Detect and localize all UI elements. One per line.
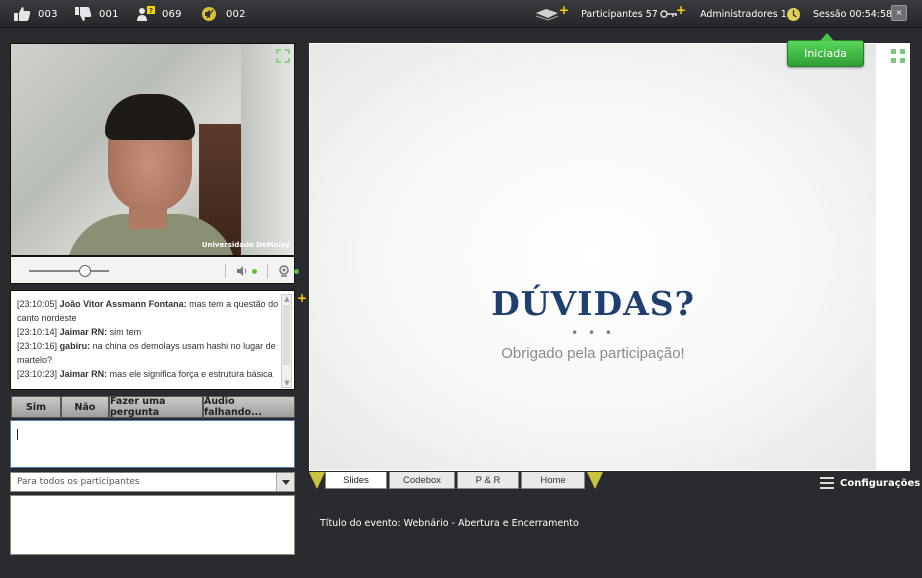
chat-message-input[interactable] <box>10 420 295 468</box>
recipient-selected-value: Para todos os participantes <box>17 477 140 487</box>
expand-video-icon[interactable] <box>276 48 290 63</box>
audio-failing-button[interactable]: Áudio falhando... <box>203 396 295 418</box>
video-status-dot <box>294 268 299 274</box>
video-caption: Universidade DeMolay <box>201 241 290 249</box>
tab-qa[interactable]: P & R <box>457 472 519 489</box>
clock-icon <box>786 7 801 22</box>
svg-text:?: ? <box>149 7 153 15</box>
chat-messages: [23:10:05] João Vitor Assmann Fontana: m… <box>17 297 282 381</box>
add-participant-icon: + <box>559 3 570 17</box>
scroll-up-icon[interactable]: ▲ <box>283 295 291 303</box>
settings-list-icon <box>820 477 834 489</box>
webcam-video: Universidade DeMolay <box>10 43 295 256</box>
audio-alert-icon <box>200 6 220 22</box>
settings-button[interactable]: Configurações <box>820 477 920 489</box>
tab-left-corner-icon <box>309 472 325 489</box>
tab-home[interactable]: Home <box>521 472 585 489</box>
slide-title: DÚVIDAS? <box>491 284 695 323</box>
chat-panel: [23:10:05] João Vitor Assmann Fontana: m… <box>10 290 295 390</box>
slide-subtitle: Obrigado pela participação! <box>501 345 685 362</box>
content-tabs: Slides Codebox P & R Home <box>309 472 603 490</box>
speaker-icon[interactable] <box>236 262 248 281</box>
private-notes-area[interactable] <box>10 495 295 555</box>
tab-slides[interactable]: Slides <box>325 472 387 489</box>
volume-slider-track[interactable] <box>29 270 109 272</box>
volume-slider-handle[interactable] <box>79 265 91 277</box>
expand-panel-plus-icon[interactable]: + <box>297 292 307 304</box>
add-admin-icon: + <box>676 3 687 17</box>
ask-question-button[interactable]: Fazer uma pergunta <box>109 396 203 418</box>
quick-reply-buttons: Sim Não Fazer uma pergunta Áudio falhand… <box>11 396 295 418</box>
presentation-slide: DÚVIDAS? • • • Obrigado pela participaçã… <box>310 44 876 470</box>
chat-message: [23:10:05] João Vitor Assmann Fontana: m… <box>17 299 279 323</box>
webcam-icon[interactable] <box>278 262 290 281</box>
chevron-down-icon[interactable] <box>276 473 294 491</box>
yes-button[interactable]: Sim <box>11 396 61 418</box>
top-bar: 003 001 ? 069 002 + Participantes 57 + A… <box>0 0 922 28</box>
chat-message: [23:10:23] Jaimar RN: mas ele significa … <box>17 369 273 379</box>
close-button[interactable]: × <box>891 5 907 21</box>
alerts-counter[interactable]: 002 <box>200 5 246 23</box>
chat-scrollbar[interactable]: ▲ ▼ <box>281 294 292 388</box>
no-button[interactable]: Não <box>61 396 109 418</box>
likes-counter[interactable]: 003 <box>12 5 58 23</box>
slide-dots: • • • <box>571 326 615 340</box>
thumbs-up-icon <box>12 6 32 22</box>
tab-right-corner-icon <box>587 472 603 489</box>
dislikes-counter[interactable]: 001 <box>73 5 119 23</box>
tab-codebox[interactable]: Codebox <box>389 472 455 489</box>
volume-bar <box>10 256 299 284</box>
participants-icon <box>535 7 561 21</box>
scroll-thumb[interactable] <box>283 305 290 365</box>
thumbs-down-icon <box>73 6 93 22</box>
chat-message: [23:10:14] Jaimar RN: sim tem <box>17 327 142 337</box>
administrators-button[interactable]: + Administradores 1 <box>660 3 787 22</box>
questions-counter[interactable]: ? 069 <box>136 5 182 23</box>
session-timer: Sessão 00:54:58 <box>786 6 892 22</box>
session-status-badge[interactable]: Iniciada <box>787 33 864 67</box>
scroll-down-icon[interactable]: ▼ <box>283 379 291 387</box>
question-people-icon: ? <box>136 6 156 22</box>
fullscreen-icon[interactable] <box>890 48 906 64</box>
event-title: Título do evento: Webnário - Abertura e … <box>320 518 579 529</box>
recipient-select[interactable]: Para todos os participantes <box>10 472 295 492</box>
participants-button[interactable]: + Participantes 57 <box>535 3 658 22</box>
chat-message: [23:10:16] gabiru: na china os demolays … <box>17 341 276 365</box>
audio-status-dot <box>252 268 257 274</box>
